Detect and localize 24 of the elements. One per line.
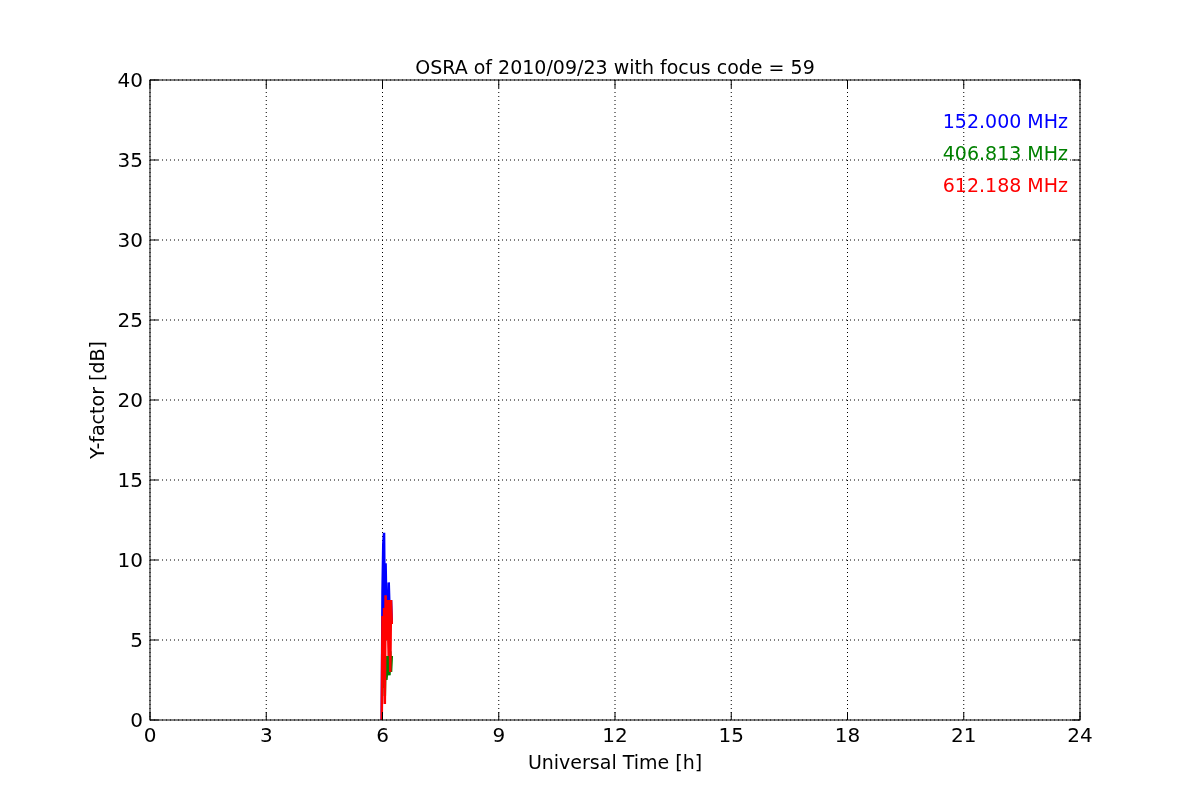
tick-label: 0 (130, 708, 143, 732)
tick-label: 12 (602, 723, 628, 747)
tick-label: 10 (117, 548, 143, 572)
chart-title: OSRA of 2010/09/23 with focus code = 59 (415, 56, 815, 78)
tick-label: 20 (117, 388, 143, 412)
tick-label: 0 (143, 723, 157, 747)
tick-label: 5 (130, 628, 143, 652)
tick-label: 35 (117, 148, 143, 172)
tick-label: 9 (492, 723, 506, 747)
legend-label: 406.813 MHz (942, 142, 1068, 164)
tick-label: 30 (117, 228, 143, 252)
tick-label: 25 (117, 308, 143, 332)
tick-label: 15 (117, 468, 143, 492)
legend-label: 612.188 MHz (942, 174, 1068, 196)
tick-label: 3 (259, 723, 273, 747)
legend-label: 152.000 MHz (942, 110, 1068, 132)
axis-label: Universal Time [h] (527, 751, 703, 773)
tick-label: 24 (1067, 723, 1093, 747)
tick-label: 6 (376, 723, 389, 747)
tick-label: 15 (718, 723, 744, 747)
tick-label: 18 (834, 723, 861, 747)
axis-label: Y-factor [dB] (86, 341, 108, 459)
tick-label: 21 (951, 723, 977, 747)
tick-label: 40 (117, 68, 143, 92)
